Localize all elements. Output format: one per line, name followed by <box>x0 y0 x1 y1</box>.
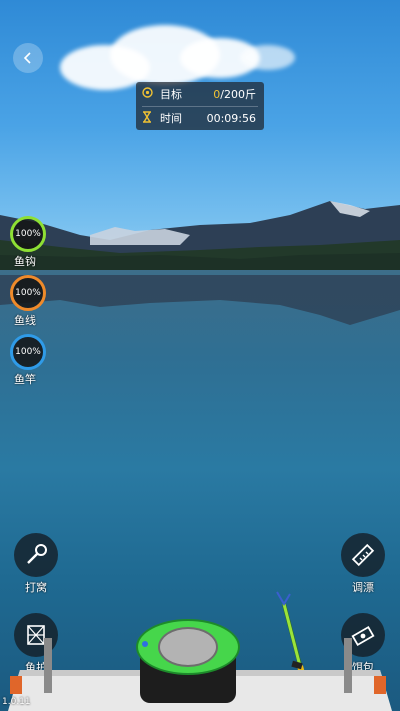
ruler-icon <box>351 543 375 567</box>
cloud <box>240 45 295 70</box>
version-text: 1.0.11 <box>2 697 31 707</box>
chum-button[interactable] <box>14 533 58 577</box>
scoop-icon <box>27 544 47 564</box>
target-icon <box>142 87 154 101</box>
line-gauge: 100% <box>10 275 46 311</box>
hook-gauge-label: 鱼钩 <box>14 255 36 268</box>
reel-drum <box>158 627 218 667</box>
line-gauge-value: 100% <box>15 288 41 298</box>
line-gauge-label: 鱼线 <box>14 314 36 327</box>
rod-gauge-label: 鱼竿 <box>14 373 36 386</box>
goal-panel: 目标 0/200斤 时间 00:09:56 <box>136 82 264 130</box>
rod-gauge: 100% <box>10 334 46 370</box>
rod-gauge-value: 100% <box>15 347 41 357</box>
target-row: 目标 0/200斤 <box>136 82 264 106</box>
game-scene: 目标 0/200斤 时间 00:09:56 100% 鱼钩 100% 鱼线 10… <box>0 0 400 711</box>
mountain-reflection <box>0 275 400 325</box>
hook-gauge: 100% <box>10 216 46 252</box>
time-label: 时间 <box>160 112 182 125</box>
target-label: 目标 <box>160 88 182 101</box>
hourglass-icon <box>142 110 154 126</box>
time-value: 00:09:56 <box>206 111 256 125</box>
reel-button[interactable] <box>136 619 240 703</box>
chevron-left-icon <box>23 52 31 64</box>
chum-label: 打窝 <box>25 581 47 594</box>
target-value: 0/200斤 <box>213 88 256 101</box>
hook-gauge-value: 100% <box>15 229 41 239</box>
time-row: 时间 00:09:56 <box>136 106 264 130</box>
back-button[interactable] <box>13 43 43 73</box>
adjust-float-label: 调漂 <box>352 581 374 594</box>
adjust-float-button[interactable] <box>341 533 385 577</box>
